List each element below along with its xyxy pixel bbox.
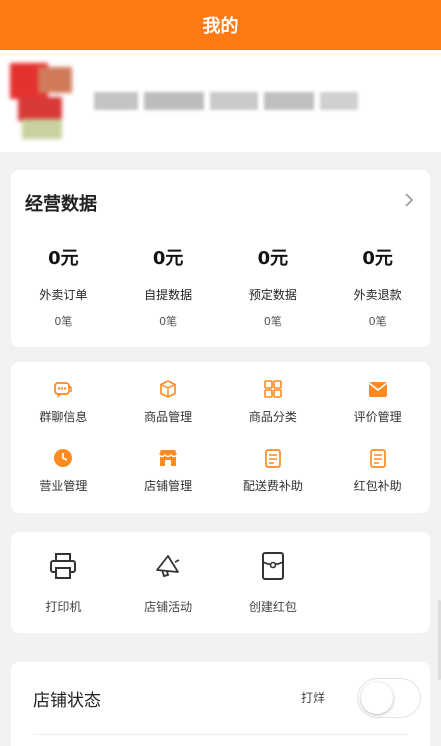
menu-item-label: 店铺管理: [144, 479, 193, 493]
category-grid-icon: [264, 380, 282, 398]
stat-label: 自提数据: [144, 288, 193, 302]
menu-item-label: 红包补助: [353, 479, 402, 493]
menu-item-product-management[interactable]: 商品管理: [116, 378, 221, 425]
delivery-subsidy-icon: [265, 449, 281, 468]
tool-label: 打印机: [45, 600, 82, 614]
tools-card: 打印机 店铺活动 创建红包: [11, 532, 430, 633]
tool-create-red-packet[interactable]: 创建红包: [221, 550, 326, 615]
store-status-value: 打烊: [301, 691, 326, 705]
menu-item-label: 营业管理: [39, 479, 88, 493]
tool-label: 创建红包: [248, 600, 297, 614]
store-icon: [158, 450, 178, 466]
page-header: 我的: [0, 0, 441, 50]
stat-count: 0笔: [54, 315, 73, 328]
menu-item-red-packet-subsidy[interactable]: 红包补助: [325, 447, 430, 494]
management-menu-card: 群聊信息 商品管理 商品分类 评价管理 营业管理 店铺管理 配送费补助 红包补助: [11, 362, 430, 513]
profile-section[interactable]: [0, 50, 441, 152]
review-mail-icon: [368, 382, 388, 397]
menu-item-label: 商品分类: [248, 410, 297, 424]
username-redacted: [94, 92, 358, 110]
menu-item-store-management[interactable]: 店铺管理: [116, 447, 221, 494]
create-red-packet-icon: [261, 552, 284, 580]
menu-item-review-management[interactable]: 评价管理: [325, 378, 430, 425]
clock-icon: [54, 449, 73, 467]
stat-count: 0笔: [159, 315, 178, 328]
stat-reservation-data[interactable]: 0元 预定数据 0笔: [221, 244, 326, 329]
menu-item-label: 配送费补助: [242, 479, 303, 493]
stat-count: 0笔: [263, 315, 282, 328]
printer-icon: [50, 553, 77, 579]
store-status-title: 店铺状态: [33, 691, 101, 711]
stat-label: 预定数据: [248, 288, 297, 302]
stat-label: 外卖退款: [353, 288, 402, 302]
menu-item-delivery-subsidy[interactable]: 配送费补助: [221, 447, 326, 494]
menu-item-product-category[interactable]: 商品分类: [221, 378, 326, 425]
menu-item-label: 评价管理: [353, 410, 402, 424]
stat-delivery-refunds[interactable]: 0元 外卖退款 0笔: [325, 244, 430, 329]
stat-label: 外卖订单: [39, 288, 88, 302]
product-box-icon: [160, 380, 176, 398]
page-title: 我的: [202, 16, 239, 37]
megaphone-icon: [156, 555, 180, 578]
divider: [33, 734, 408, 735]
menu-item-business-management[interactable]: 营业管理: [11, 447, 116, 494]
business-data-card[interactable]: 经营数据 0元 外卖订单 0笔 0元 自提数据 0笔 0元 预定数据 0笔 0元…: [11, 170, 430, 347]
business-data-title: 经营数据: [25, 194, 97, 215]
avatar[interactable]: [8, 59, 74, 143]
stat-amount: 0元: [362, 248, 393, 269]
menu-item-label: 商品管理: [144, 410, 193, 424]
menu-item-group-chat[interactable]: 群聊信息: [11, 378, 116, 425]
store-status-toggle[interactable]: [357, 678, 421, 718]
stat-pickup-data[interactable]: 0元 自提数据 0笔: [116, 244, 221, 329]
toggle-knob: [361, 682, 393, 714]
stat-count: 0笔: [368, 315, 387, 328]
stat-delivery-orders[interactable]: 0元 外卖订单 0笔: [11, 244, 116, 329]
tool-label: 店铺活动: [144, 600, 193, 614]
stat-amount: 0元: [48, 248, 79, 269]
chevron-right-icon[interactable]: [402, 192, 416, 208]
tool-store-activity[interactable]: 店铺活动: [116, 550, 221, 615]
group-chat-icon: [54, 382, 73, 398]
store-status-card: 店铺状态 打烊: [11, 662, 430, 746]
menu-item-label: 群聊信息: [39, 410, 88, 424]
stat-amount: 0元: [257, 248, 289, 269]
stat-amount: 0元: [152, 248, 184, 269]
tool-printer[interactable]: 打印机: [11, 550, 116, 615]
red-packet-subsidy-icon: [369, 449, 386, 468]
